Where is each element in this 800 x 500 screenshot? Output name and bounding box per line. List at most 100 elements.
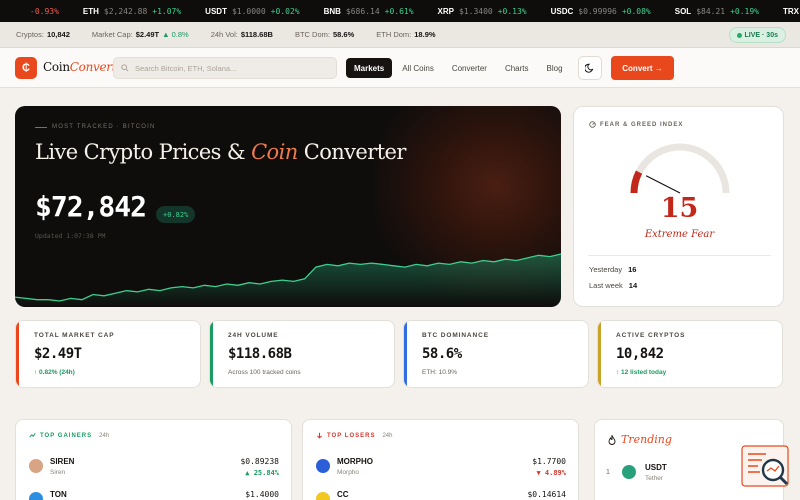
search-box[interactable] bbox=[113, 57, 337, 79]
ticker-symbol: XRP bbox=[437, 6, 454, 16]
metric-label: TOTAL MARKET CAP bbox=[34, 332, 115, 339]
fear-greed-gauge bbox=[630, 143, 730, 194]
stat-eth-dominance: ETH Dom: 18.9% bbox=[376, 30, 436, 39]
fear-greed-value: 15 bbox=[660, 193, 699, 224]
gauge-icon bbox=[589, 121, 596, 128]
metric-card-active-cryptos: ACTIVE CRYPTOS 10,842 ↑ 12 listed today bbox=[597, 320, 783, 388]
metric-sub: Across 100 tracked coins bbox=[228, 369, 301, 376]
metric-accent bbox=[598, 321, 601, 387]
nav-charts[interactable]: Charts bbox=[497, 58, 537, 78]
ticker-symbol: TRX bbox=[783, 6, 799, 16]
ticker-symbol: SOL bbox=[674, 6, 692, 16]
top-gainers-card: TOP GAINERS 24h SIREN Siren $0.89238 ▲ 25… bbox=[15, 419, 292, 500]
ticker-item[interactable]: USDC $0.99996 +0.08% bbox=[551, 7, 651, 16]
metric-label: 24H VOLUME bbox=[228, 332, 279, 339]
support-widget-icon[interactable] bbox=[740, 444, 792, 492]
top-gainers-label: TOP GAINERS 24h bbox=[29, 432, 109, 439]
metric-sub: ETH: 10.9% bbox=[422, 369, 458, 376]
stat-volume: 24h Vol: $118.68B bbox=[210, 30, 273, 39]
metric-value: $118.68B bbox=[228, 346, 292, 362]
metric-card-btc-dominance: BTC DOMINANCE 58.6% ETH: 10.9% bbox=[403, 320, 589, 388]
price-ticker: -0.93% ETH $2,242.88 +1.07% USDT $1.0000 +0.02… bbox=[0, 0, 800, 22]
updated-timestamp: Updated 1:07:38 PM bbox=[35, 232, 106, 240]
page-title: Live Crypto Prices & Coin Converter bbox=[35, 140, 406, 164]
ticker-item[interactable]: -0.93% bbox=[30, 7, 59, 16]
gauge-needle bbox=[645, 175, 681, 194]
ticker-item[interactable]: BNB $686.14 +0.61% bbox=[324, 7, 414, 16]
coin-change: ▲ 25.84% bbox=[245, 469, 279, 477]
coin-fullname: Tether bbox=[645, 475, 664, 482]
coin-symbol: TON bbox=[50, 490, 67, 499]
coin-symbol: CC bbox=[337, 490, 349, 499]
btc-sparkline-chart bbox=[15, 253, 561, 307]
coin-change: ▼ 4.89% bbox=[536, 469, 566, 477]
fear-greed-card: FEAR & GREED INDEX 15 Extreme Fear Yeste… bbox=[573, 106, 784, 307]
ticker-item[interactable]: ETH $2,242.88 +1.07% bbox=[83, 7, 181, 16]
ticker-change: +0.13% bbox=[497, 6, 527, 16]
coin-price: $0.14614 bbox=[527, 490, 566, 499]
coin-fullname: Morpho bbox=[337, 469, 360, 476]
search-input[interactable] bbox=[135, 63, 335, 73]
coin-icon bbox=[29, 492, 43, 500]
coin-icon bbox=[622, 465, 636, 479]
hero-kicker: MOST TRACKED · BITCOIN bbox=[35, 124, 156, 130]
coin-icon bbox=[316, 492, 330, 500]
divider bbox=[588, 255, 771, 256]
search-icon bbox=[121, 64, 129, 72]
ticker-price: $2,242.88 bbox=[103, 6, 148, 16]
metric-sub: ↑ 0.82% (24h) bbox=[34, 369, 75, 376]
list-item[interactable]: MORPHO Morpho $1.7700 ▼ 4.89% bbox=[316, 456, 566, 486]
metric-accent bbox=[210, 321, 213, 387]
ticker-change: +0.02% bbox=[270, 6, 300, 16]
stat-market-cap: Market Cap: $2.49T ▲ 0.8% bbox=[91, 30, 189, 39]
metric-label: ACTIVE CRYPTOS bbox=[616, 332, 686, 339]
theme-toggle-button[interactable] bbox=[578, 56, 602, 80]
ticker-symbol: USDT bbox=[205, 6, 227, 16]
coin-icon bbox=[29, 459, 43, 473]
ticker-item[interactable]: TRX$0.31825+0.28% bbox=[783, 7, 800, 16]
nav-converter[interactable]: Converter bbox=[444, 58, 495, 78]
ticker-change: -0.93% bbox=[30, 6, 59, 16]
coin-price: $1.7700 bbox=[532, 457, 566, 466]
nav-markets[interactable]: Markets bbox=[346, 58, 393, 78]
ticker-price: $1.3400 bbox=[459, 6, 493, 16]
ticker-symbol: ETH bbox=[82, 6, 99, 16]
trending-up-icon bbox=[29, 433, 36, 438]
flame-icon bbox=[608, 434, 616, 445]
stat-cryptos: Cryptos: 10,842 bbox=[16, 30, 70, 39]
metric-value: 10,842 bbox=[616, 346, 664, 362]
metric-card-market-cap: TOTAL MARKET CAP $2.49T ↑ 0.82% (24h) bbox=[15, 320, 201, 388]
live-badge: LIVE · 30s bbox=[728, 27, 786, 43]
list-item[interactable]: TON $1.4000 bbox=[29, 489, 279, 500]
coin-symbol: MORPHO bbox=[337, 457, 373, 466]
metric-value: $2.49T bbox=[34, 346, 82, 362]
ticker-price: $686.14 bbox=[345, 6, 380, 16]
gauge-fill bbox=[630, 170, 643, 194]
ticker-change: +1.07% bbox=[152, 6, 182, 16]
ticker-price: $84.21 bbox=[696, 6, 726, 16]
nav-blog[interactable]: Blog bbox=[539, 58, 571, 78]
main-nav: Markets All Coins Converter Charts Blog bbox=[346, 58, 573, 78]
ticker-item[interactable]: USDT $1.0000 +0.02% bbox=[205, 7, 299, 16]
ticker-change: +0.61% bbox=[384, 6, 414, 16]
nav-all-coins[interactable]: All Coins bbox=[394, 58, 442, 78]
ticker-price: $1.0000 bbox=[231, 6, 266, 16]
list-item[interactable]: CC $0.14614 bbox=[316, 489, 566, 500]
fear-greed-classification: Extreme Fear bbox=[644, 229, 715, 240]
convert-button[interactable]: Convert → bbox=[611, 56, 674, 80]
ticker-item[interactable]: XRP $1.3400 +0.13% bbox=[438, 7, 527, 16]
list-item[interactable]: SIREN Siren $0.89238 ▲ 25.84% bbox=[29, 456, 279, 486]
fear-greed-label: FEAR & GREED INDEX bbox=[589, 121, 683, 128]
trending-title: Trending bbox=[608, 433, 672, 446]
metric-value: 58.6% bbox=[422, 346, 462, 362]
ticker-change: +0.08% bbox=[621, 6, 651, 16]
logo-icon[interactable]: ₵ bbox=[15, 57, 37, 79]
moon-icon bbox=[585, 63, 594, 73]
ticker-item[interactable]: SOL $84.21 +0.19% bbox=[675, 7, 759, 16]
top-losers-card: TOP LOSERS 24h MORPHO Morpho $1.7700 ▼ 4.… bbox=[302, 419, 579, 500]
fear-greed-yesterday: Yesterday 16 bbox=[589, 265, 637, 274]
ticker-price: $0.99996 bbox=[578, 6, 617, 16]
top-losers-label: TOP LOSERS 24h bbox=[316, 432, 392, 439]
ticker-symbol: USDC bbox=[550, 6, 574, 16]
btc-price: $72,842 bbox=[35, 190, 147, 223]
